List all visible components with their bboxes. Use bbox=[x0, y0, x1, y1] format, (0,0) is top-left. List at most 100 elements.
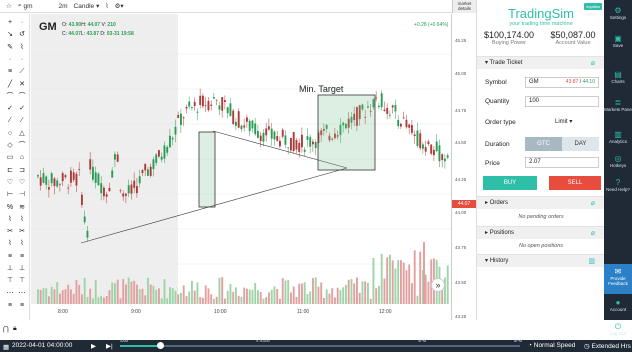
price-axis[interactable]: 45.25 45.00 44.75 44.50 44.25 44.00 43.7… bbox=[451, 14, 476, 320]
orders-header[interactable]: ▸ Orders ⌀ bbox=[477, 196, 605, 209]
paperclip-icon[interactable]: ⌀ bbox=[591, 57, 595, 70]
drawing-tool-icon[interactable]: ⊥ bbox=[5, 264, 15, 273]
drawing-tool-icon[interactable]: ⌇ bbox=[17, 239, 27, 248]
sell-button[interactable]: SELL bbox=[549, 176, 601, 190]
drawing-tool-icon[interactable]: ✎ bbox=[5, 43, 15, 52]
drawing-tool-icon[interactable]: ⊐ bbox=[17, 166, 27, 175]
nav-provide-feedback[interactable]: ✉ Provide Feedback bbox=[604, 264, 632, 294]
drawing-tool-icon[interactable]: ✂ bbox=[5, 227, 15, 236]
drawing-tool-icon[interactable]: ⋯ bbox=[5, 289, 15, 298]
drawing-tool-icon[interactable]: ≡ bbox=[5, 301, 15, 310]
drawing-tool-icon[interactable]: + bbox=[5, 18, 15, 27]
chart-settings-icon[interactable]: ⚙▾ bbox=[115, 2, 124, 10]
nav-charts[interactable]: ▤ Charts bbox=[604, 70, 632, 84]
drawing-tool-icon[interactable]: ⊣ bbox=[17, 190, 27, 199]
drawing-tool-icon[interactable]: ◇ bbox=[5, 141, 15, 150]
drawing-tool-icon[interactable]: ⌂ bbox=[17, 153, 27, 162]
drawing-tool-icon[interactable]: ≡ bbox=[5, 67, 15, 76]
drawing-tool-icon[interactable]: ✕ bbox=[17, 80, 27, 89]
drawing-tool-icon[interactable]: ∕ bbox=[5, 116, 15, 125]
play-icon[interactable]: ▶ bbox=[91, 342, 96, 350]
nav-hotkeys[interactable]: ◎ Hotkeys bbox=[604, 154, 632, 168]
price-field[interactable]: 2.07 bbox=[525, 157, 599, 168]
drawing-tool-icon[interactable]: ⟋ bbox=[17, 67, 27, 76]
nav-help[interactable]: ? Need Help? bbox=[604, 178, 632, 192]
drawing-tool-icon[interactable]: · bbox=[17, 55, 27, 64]
drawing-tool-icon[interactable]: ⊤ bbox=[17, 276, 27, 285]
duration-gtc-button[interactable]: GTC bbox=[525, 137, 562, 151]
drawing-tool-icon[interactable]: ⌇ bbox=[5, 215, 15, 224]
drawing-tool-icon[interactable]: ⊏ bbox=[5, 166, 15, 175]
drawing-tool-icon[interactable]: · bbox=[5, 55, 15, 64]
nav-logout[interactable]: ⏻ Log Out bbox=[604, 322, 632, 336]
positions-header[interactable]: ▸ Positions ⌀ bbox=[477, 226, 605, 239]
star-icon[interactable]: ☆ bbox=[6, 2, 12, 10]
history-header[interactable]: ▾ History ▥ bbox=[477, 254, 605, 267]
drawing-tool-icon[interactable]: ≡ bbox=[17, 301, 27, 310]
interval-selector[interactable]: 2m bbox=[59, 3, 68, 10]
extended-hours-toggle[interactable]: ◷ Extended Hrs bbox=[584, 342, 631, 350]
drawing-tool-icon[interactable]: ≡ bbox=[17, 252, 27, 261]
drawing-tool-icon[interactable]: ╱ bbox=[5, 80, 15, 89]
drawing-tool-icon[interactable]: ↘ bbox=[5, 30, 15, 39]
drawing-tool-icon[interactable]: ⌇ bbox=[17, 215, 27, 224]
drawing-tool-icon[interactable]: ♡ bbox=[17, 178, 27, 187]
drawing-tool-icon[interactable]: ⌒ bbox=[17, 92, 27, 101]
nav-analytics[interactable]: ▥ Analytics bbox=[604, 130, 632, 144]
drawing-tool-icon[interactable]: ⌒ bbox=[17, 141, 27, 150]
calendar-icon[interactable]: ▦ bbox=[3, 343, 9, 351]
drawing-tool-icon[interactable]: ○ bbox=[5, 129, 15, 138]
magnet-icon[interactable]: ⋂ bbox=[3, 325, 9, 333]
market-details-button[interactable]: market details bbox=[452, 0, 476, 13]
drawing-tool-icon[interactable]: ✓ bbox=[5, 104, 15, 113]
drawing-tool-icon[interactable]: % bbox=[5, 203, 15, 212]
drawing-tool-icon[interactable]: ⌇ bbox=[5, 239, 15, 248]
step-forward-icon[interactable]: ▶| bbox=[106, 342, 113, 350]
nav-markets-pane[interactable]: ≣ Markets Pane bbox=[604, 98, 632, 112]
drawing-tool-icon[interactable]: ✓ bbox=[17, 104, 27, 113]
buy-button[interactable]: BUY bbox=[483, 176, 537, 190]
symbol-search[interactable]: ⌕ gm bbox=[18, 2, 33, 10]
nav-account[interactable]: ● Account bbox=[604, 298, 632, 312]
drawing-tool-icon[interactable]: · bbox=[17, 18, 27, 27]
volume-bar bbox=[397, 260, 400, 304]
drawing-tool-icon[interactable]: ⌒ bbox=[5, 92, 15, 101]
drawing-tool-icon[interactable]: ✂ bbox=[17, 227, 27, 236]
paperclip-icon[interactable]: ⌀ bbox=[591, 197, 595, 210]
drawing-tool-icon[interactable]: ♡ bbox=[5, 178, 15, 187]
drawing-tool-icon[interactable]: ↺ bbox=[17, 30, 27, 39]
volume-bar bbox=[160, 298, 163, 304]
nav-settings[interactable]: ⚙ Settings bbox=[604, 6, 632, 20]
replay-datetime[interactable]: 2022-04-01 04:00:00 bbox=[12, 342, 72, 349]
volume-bar bbox=[215, 296, 218, 304]
trade-ticket-header[interactable]: ▾ Trade Ticket ⌀ bbox=[477, 56, 605, 69]
drawing-tool-icon[interactable]: ▭ bbox=[5, 153, 15, 162]
nav-save[interactable]: ▣ Save bbox=[604, 34, 632, 48]
bar-chart-icon[interactable]: ▥ bbox=[588, 255, 595, 268]
min-target-annotation[interactable]: Min. Target bbox=[299, 84, 343, 94]
timeline-slider[interactable]: 4AM 9:30AM 4PM 8PM bbox=[120, 338, 522, 349]
drawing-tool-icon[interactable]: ⊤ bbox=[5, 276, 15, 285]
indicators-icon[interactable]: ⌇ bbox=[105, 2, 108, 10]
drawing-tool-icon[interactable]: ⌇ bbox=[17, 43, 27, 52]
duration-day-button[interactable]: DAY bbox=[562, 137, 599, 151]
drawing-tool-icon[interactable]: ∕ bbox=[17, 116, 27, 125]
chart-type-selector[interactable]: Candle ▾ bbox=[74, 2, 100, 11]
double-chevron-right-icon[interactable]: » bbox=[431, 278, 445, 292]
candlestick-chart[interactable] bbox=[31, 14, 451, 320]
price-chart[interactable]: GM O: 43.90H: 44.07 V: 210 C: 44.07L: 43… bbox=[31, 14, 476, 320]
drawing-tool-icon[interactable]: ≋ bbox=[17, 203, 27, 212]
speed-selector[interactable]: ◔ Normal Speed bbox=[528, 342, 575, 349]
chart-plot-area[interactable]: GM O: 43.90H: 44.07 V: 210 C: 44.07L: 43… bbox=[31, 14, 451, 320]
order-type-select[interactable]: Limit ▾ bbox=[555, 118, 572, 125]
drawing-tool-icon[interactable]: ⊢ bbox=[5, 190, 15, 199]
drawing-tool-icon[interactable]: ⋯ bbox=[17, 289, 27, 298]
drawing-tool-icon[interactable]: ≡ bbox=[5, 252, 15, 261]
lock-icon[interactable]: 🔒︎ bbox=[13, 325, 17, 333]
symbol-field[interactable]: GM 43.87 / 44.10 bbox=[525, 77, 599, 88]
drawing-tool-icon[interactable]: ⊥ bbox=[17, 264, 27, 273]
quantity-field[interactable]: 100 bbox=[525, 96, 599, 107]
paperclip-icon[interactable]: ⌀ bbox=[591, 227, 595, 240]
timeline-handle[interactable] bbox=[157, 342, 164, 349]
drawing-tool-icon[interactable]: △ bbox=[17, 129, 27, 138]
